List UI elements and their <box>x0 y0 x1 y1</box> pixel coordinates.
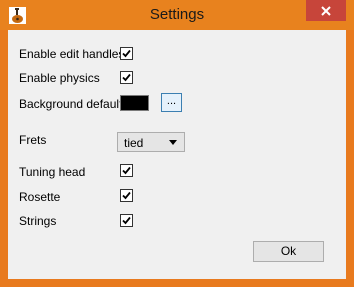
frets-select[interactable]: tied <box>117 132 185 152</box>
title-bar[interactable]: Settings <box>0 0 354 30</box>
tuning-head-label: Tuning head <box>19 165 86 179</box>
rosette-label: Rosette <box>19 190 61 204</box>
edit-handles-checkbox[interactable] <box>120 47 133 60</box>
close-button[interactable] <box>306 0 346 21</box>
settings-window: Settings Enable edit handles Enable phys… <box>0 0 354 287</box>
checkmark-icon <box>122 73 131 82</box>
tuning-head-checkbox[interactable] <box>120 164 133 177</box>
background-browse-button[interactable]: ... <box>161 93 182 112</box>
physics-label: Enable physics <box>19 71 100 85</box>
checkmark-icon <box>122 191 131 200</box>
strings-label: Strings <box>19 214 57 228</box>
physics-checkbox[interactable] <box>120 71 133 84</box>
background-label: Background default <box>19 97 123 111</box>
checkmark-icon <box>122 216 131 225</box>
background-color-swatch[interactable] <box>120 95 149 111</box>
checkmark-icon <box>122 49 131 58</box>
frets-select-value: tied <box>124 136 144 150</box>
checkmark-icon <box>122 166 131 175</box>
rosette-checkbox[interactable] <box>120 189 133 202</box>
close-icon <box>321 5 331 16</box>
chevron-down-icon <box>169 140 177 145</box>
ok-button[interactable]: Ok <box>253 241 324 262</box>
edit-handles-label: Enable edit handles <box>19 47 125 61</box>
frets-label: Frets <box>19 133 47 147</box>
strings-checkbox[interactable] <box>120 214 133 227</box>
window-title: Settings <box>149 6 205 23</box>
dialog-body: Enable edit handles Enable physics Backg… <box>8 30 346 279</box>
